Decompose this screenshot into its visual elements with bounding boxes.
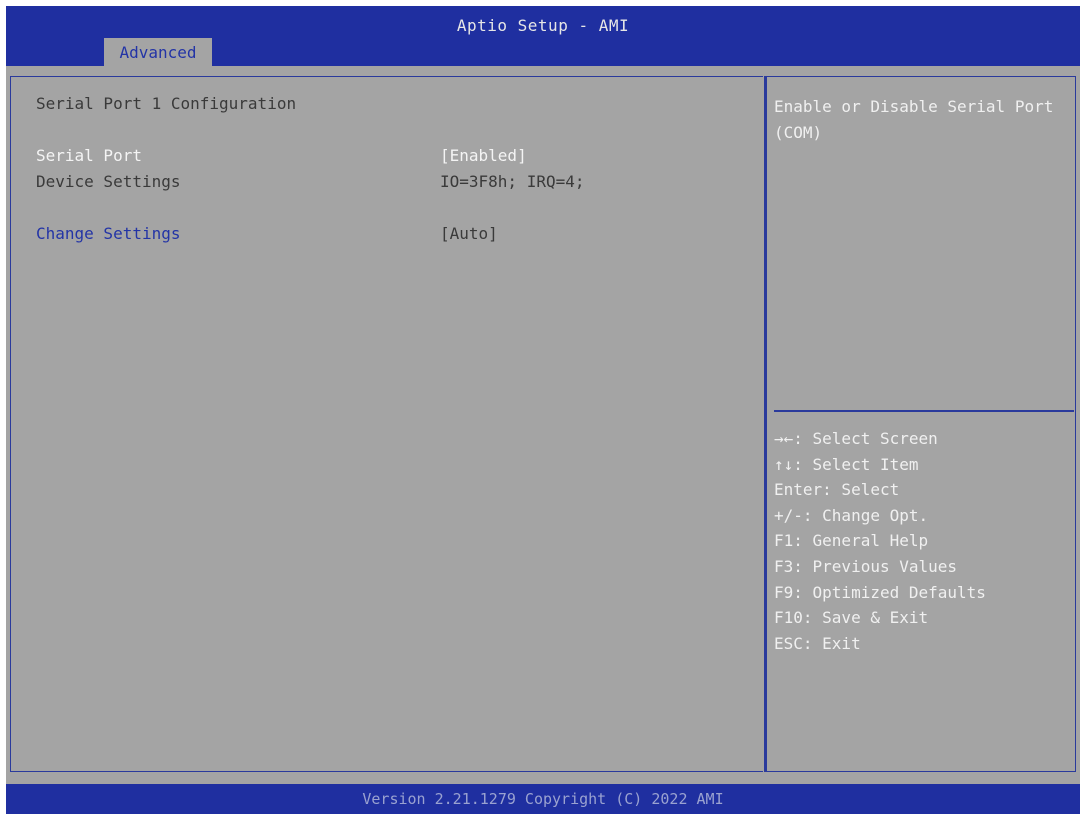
key-general-help: F1: General Help <box>774 531 929 551</box>
key-enter: Enter: Select <box>774 480 900 500</box>
key-optimized-defaults: F9: Optimized Defaults <box>774 582 986 602</box>
section-title: Serial Port 1 Configuration <box>36 94 297 113</box>
help-divider <box>774 410 1074 412</box>
help-panel <box>767 76 1076 772</box>
key-select-screen: →←: Select Screen <box>774 429 938 448</box>
serial-port-label[interactable]: Serial Port <box>36 146 142 165</box>
key-select-item: ↑↓: Select Item <box>774 454 919 474</box>
change-settings-value[interactable]: [Auto] <box>440 224 498 243</box>
version-footer: Version 2.21.1279 Copyright (C) 2022 AMI <box>6 784 1080 814</box>
title-bar: Aptio Setup - AMI Advanced <box>6 6 1080 66</box>
bios-screen: Aptio Setup - AMI Advanced Serial Port 1… <box>6 6 1080 814</box>
device-settings-value: IO=3F8h; IRQ=4; <box>440 172 585 191</box>
key-previous-values: F3: Previous Values <box>774 556 958 576</box>
key-legend: →←: Select Screen ↑↓: Select Item Enter:… <box>774 426 986 656</box>
tab-advanced[interactable]: Advanced <box>104 38 212 66</box>
serial-port-value[interactable]: [Enabled] <box>440 146 527 165</box>
key-exit: ESC: Exit <box>774 633 861 653</box>
help-description: Enable or Disable Serial Port (COM) <box>774 97 1054 142</box>
app-title: Aptio Setup - AMI <box>456 16 630 35</box>
key-save-exit: F10: Save & Exit <box>774 608 929 628</box>
change-settings-label[interactable]: Change Settings <box>36 224 181 243</box>
key-change-opt: +/-: Change Opt. <box>774 505 929 525</box>
device-settings-label: Device Settings <box>36 172 181 191</box>
